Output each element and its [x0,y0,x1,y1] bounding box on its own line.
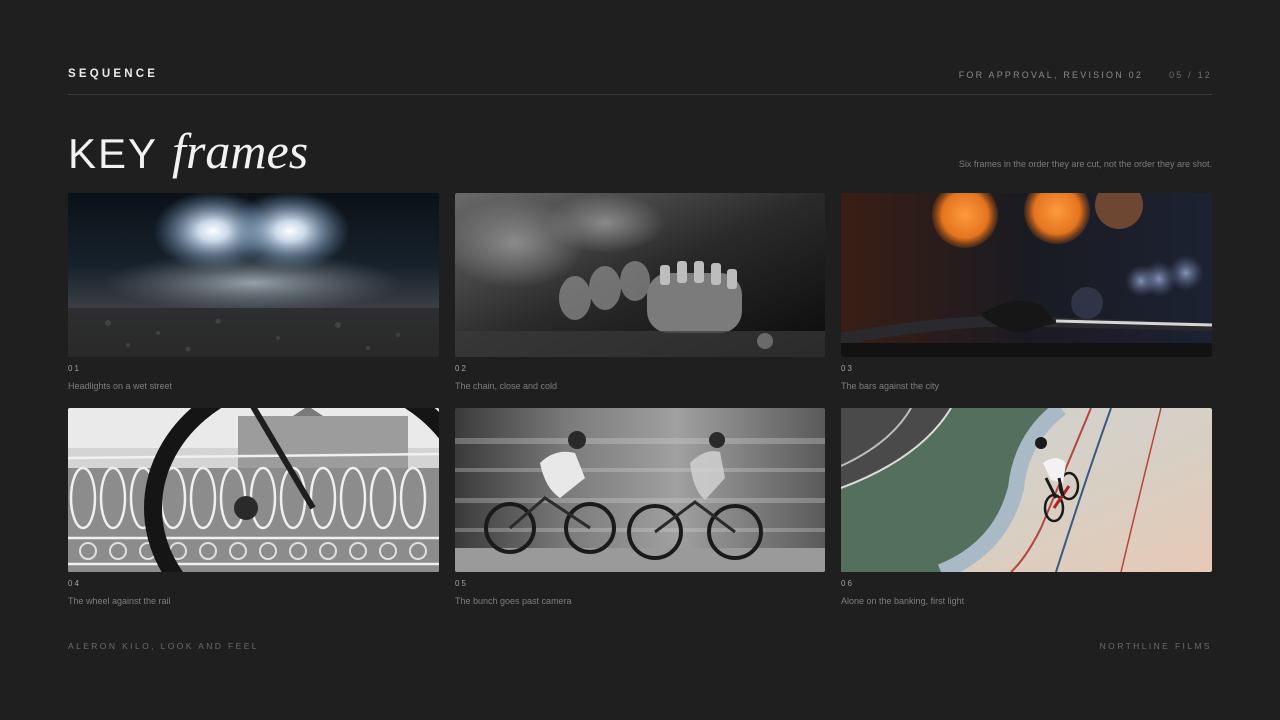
title-plain: KEY [68,130,159,177]
velodrome-image [841,408,1212,572]
frame-card[interactable]: 05 The bunch goes past camera [455,408,825,606]
frame-card[interactable]: 03 The bars against the city [841,193,1212,391]
frame-thumbnail[interactable] [455,408,825,572]
wheel-rail-image [68,408,439,572]
frame-thumbnail[interactable] [841,193,1212,357]
frame-number: 04 [68,579,81,588]
frame-card[interactable]: 04 The wheel against the rail [68,408,439,606]
headlights-image [68,193,439,357]
page-title: KEY frames [68,126,308,176]
frame-thumbnail[interactable] [68,408,439,572]
frame-caption: The bars against the city [841,381,940,391]
frame-card[interactable]: 06 Alone on the banking, first light [841,408,1212,606]
frames-grid: 01 Headlights on a wet street 02 The cha… [68,193,1212,606]
header-meta: FOR APPROVAL, REVISION 02 05 / 12 [959,70,1212,80]
frame-caption: The bunch goes past camera [455,596,572,606]
frame-caption: The chain, close and cold [455,381,558,391]
frame-number: 01 [68,364,81,373]
frame-thumbnail[interactable] [455,193,825,357]
section-label: SEQUENCE [68,68,159,80]
frame-number: 05 [455,579,468,588]
peloton-image [455,408,825,572]
frame-number: 06 [841,579,854,588]
frame-caption: Headlights on a wet street [68,381,173,391]
frame-card[interactable]: 01 Headlights on a wet street [68,193,439,391]
frame-thumbnail[interactable] [841,408,1212,572]
chain-image [455,193,825,357]
approval-status: FOR APPROVAL, REVISION 02 [958,70,1144,80]
page-subtitle: Six frames in the order they are cut, no… [958,159,1212,169]
page-number: 05 / 12 [1169,70,1212,80]
frame-caption: Alone on the banking, first light [841,596,965,606]
frame-number: 03 [841,364,854,373]
handlebars-image [841,193,1212,357]
frame-caption: The wheel against the rail [68,596,171,606]
frame-card[interactable]: 02 The chain, close and cold [455,193,825,391]
footer-studio: NORTHLINE FILMS [1099,641,1212,651]
frame-number: 02 [455,364,468,373]
header-bar: SEQUENCE FOR APPROVAL, REVISION 02 05 / … [68,62,1212,95]
footer-project: ALERON KILO, LOOK AND FEEL [68,641,259,651]
title-italic: frames [172,123,309,179]
frame-thumbnail[interactable] [68,193,439,357]
